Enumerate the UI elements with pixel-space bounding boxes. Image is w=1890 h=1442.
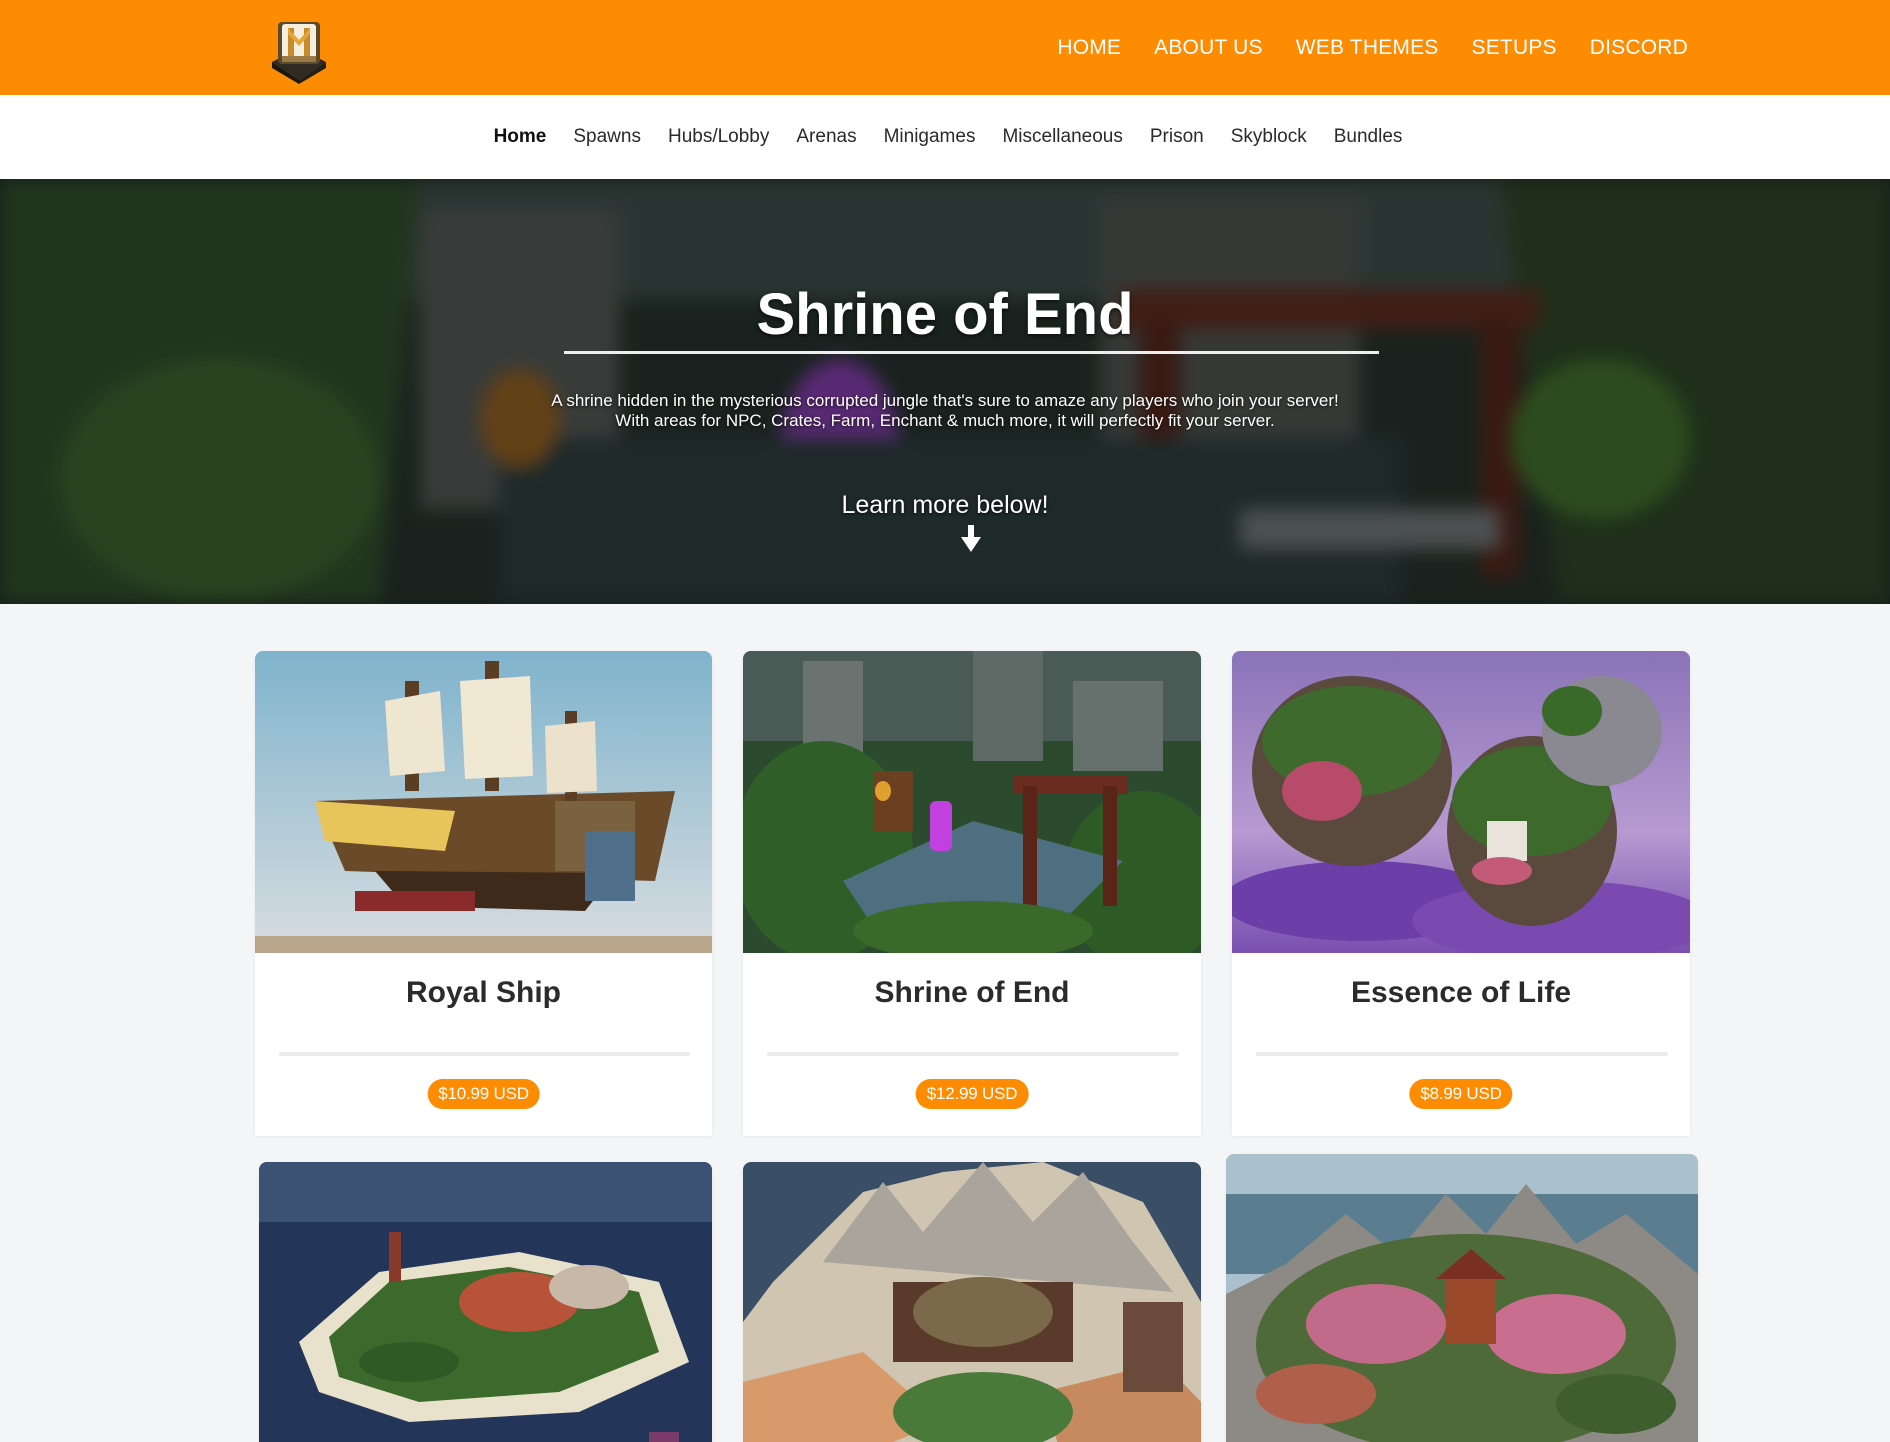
top-header: HOME ABOUT US WEB THEMES SETUPS DISCORD: [0, 0, 1890, 95]
nav-web-themes-link[interactable]: WEB THEMES: [1296, 36, 1439, 60]
category-spawns[interactable]: Spawns: [573, 126, 641, 148]
main-nav: HOME ABOUT US WEB THEMES SETUPS DISCORD: [1057, 0, 1688, 95]
essence-of-life-thumbnail[interactable]: [1232, 651, 1690, 953]
product-card-essence-of-life[interactable]: Essence of Life $8.99 USD: [1232, 651, 1690, 1136]
hero-description: A shrine hidden in the mysterious corrup…: [0, 391, 1890, 431]
island-thumbnail[interactable]: [259, 1162, 712, 1442]
price-badge: $12.99 USD: [915, 1079, 1029, 1109]
category-nav: Home Spawns Hubs/Lobby Arenas Minigames …: [0, 95, 1890, 179]
nav-home-link[interactable]: HOME: [1057, 36, 1121, 60]
arrow-down-icon[interactable]: [961, 525, 981, 553]
category-arenas[interactable]: Arenas: [796, 126, 856, 148]
product-card-cherry-mountains[interactable]: [1226, 1154, 1698, 1442]
price-badge: $8.99 USD: [1409, 1079, 1513, 1109]
nav-setups-link[interactable]: SETUPS: [1472, 36, 1557, 60]
product-title[interactable]: Essence of Life: [1232, 976, 1690, 1010]
category-prison[interactable]: Prison: [1150, 126, 1204, 148]
royal-ship-thumbnail[interactable]: [255, 651, 712, 953]
product-title[interactable]: Royal Ship: [255, 976, 712, 1010]
product-card-royal-ship[interactable]: Royal Ship $10.99 USD: [255, 651, 712, 1136]
category-miscellaneous[interactable]: Miscellaneous: [1002, 126, 1122, 148]
mountain-village-thumbnail[interactable]: [743, 1162, 1201, 1442]
nav-discord-link[interactable]: DISCORD: [1590, 36, 1688, 60]
category-bundles[interactable]: Bundles: [1334, 126, 1403, 148]
category-home[interactable]: Home: [494, 126, 547, 148]
product-card-mountain-village[interactable]: [743, 1162, 1201, 1442]
hero-banner: Shrine of End A shrine hidden in the mys…: [0, 179, 1890, 604]
category-minigames[interactable]: Minigames: [884, 126, 976, 148]
hero-title: Shrine of End: [756, 282, 1134, 347]
product-title[interactable]: Shrine of End: [743, 976, 1201, 1010]
card-divider: [767, 1052, 1179, 1056]
category-hubs-lobby[interactable]: Hubs/Lobby: [668, 126, 769, 148]
product-card-island[interactable]: [259, 1162, 712, 1442]
cherry-mountains-thumbnail[interactable]: [1226, 1154, 1698, 1442]
hero-description-line-1: A shrine hidden in the mysterious corrup…: [551, 391, 1339, 410]
category-bar: Home Spawns Hubs/Lobby Arenas Minigames …: [0, 95, 1890, 179]
shrine-of-end-thumbnail[interactable]: [743, 651, 1201, 953]
price-badge: $10.99 USD: [427, 1079, 540, 1109]
hero-description-line-2: With areas for NPC, Crates, Farm, Enchan…: [615, 411, 1275, 430]
product-card-shrine-of-end[interactable]: Shrine of End $12.99 USD: [743, 651, 1201, 1136]
card-divider: [1256, 1052, 1668, 1056]
learn-more-text[interactable]: Learn more below!: [0, 491, 1890, 520]
nav-about-us-link[interactable]: ABOUT US: [1154, 36, 1263, 60]
block-logo-icon[interactable]: [270, 14, 328, 84]
category-skyblock[interactable]: Skyblock: [1231, 126, 1307, 148]
hero-divider: [564, 351, 1379, 354]
card-divider: [279, 1052, 690, 1056]
